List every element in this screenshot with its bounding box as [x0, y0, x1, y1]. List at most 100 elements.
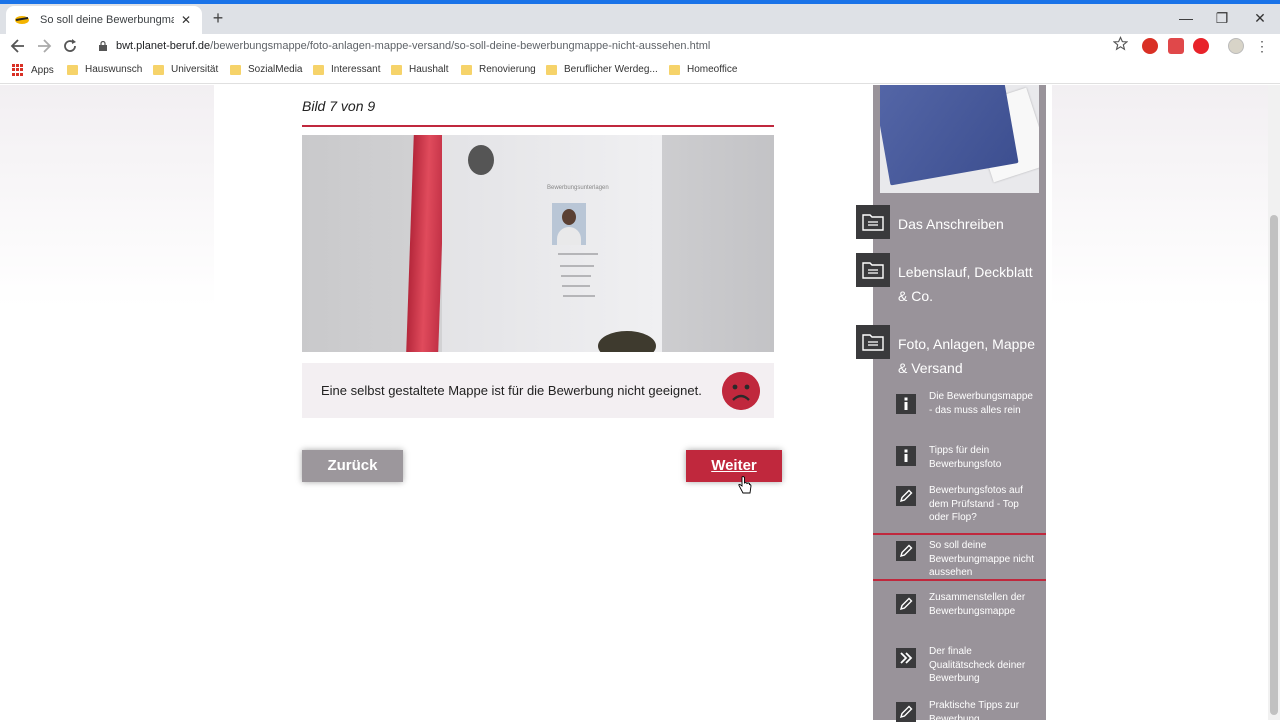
bookmark-apps[interactable]: Apps	[12, 64, 54, 76]
sidebar-subitem-nicht-aussehen-active[interactable]: So soll deine Bewerbungmappe nicht ausse…	[873, 533, 1046, 581]
background-left	[0, 85, 214, 720]
url-domain: bwt.planet-beruf.de	[116, 40, 211, 52]
bookmark-label: Beruflicher Werdeg...	[564, 64, 658, 75]
caption-text: Eine selbst gestaltete Mappe ist für die…	[321, 383, 702, 398]
sidebar-subitem-label: Bewerbungsfotos auf dem Prüfstand - Top …	[929, 485, 1023, 523]
sidebar-item-anschreiben[interactable]: Das Anschreiben	[856, 205, 1046, 239]
bookmark-label: Hauswunsch	[85, 64, 143, 75]
background-right	[1052, 85, 1268, 720]
pencil-icon	[896, 541, 916, 561]
page-scrollbar[interactable]	[1268, 85, 1280, 720]
bookmark-label: SozialMedia	[248, 64, 303, 75]
sidebar-subitem-praktische-tipps[interactable]: Praktische Tipps zur Bewerbung	[873, 699, 1046, 726]
sidebar-subitem-tipps-foto[interactable]: Tipps für dein Bewerbungsfoto	[873, 444, 1046, 471]
sidebar-item-label: Foto, Anlagen, Mappe & Versand	[898, 336, 1035, 376]
info-icon	[896, 394, 916, 414]
bookmark-homeoffice[interactable]: Homeoffice	[669, 64, 737, 75]
sidebar-item-label: Lebenslauf, Deckblatt & Co.	[898, 264, 1033, 304]
opera-extension-icon[interactable]	[1193, 38, 1209, 54]
hand-cursor-icon	[738, 476, 752, 494]
sidebar-subitem-zusammenstellen[interactable]: Zusammenstellen der Bewerbungsmappe	[873, 591, 1046, 618]
portrait-photo	[552, 203, 586, 245]
pencil-icon	[896, 702, 916, 722]
back-button[interactable]: Zurück	[302, 450, 403, 482]
sidebar-subitem-label: Tipps für dein Bewerbungsfoto	[929, 445, 1002, 470]
doc-text-line	[561, 275, 591, 277]
site-favicon-icon	[15, 16, 29, 24]
doc-text-line	[562, 285, 590, 287]
doc-text-line	[563, 295, 595, 297]
tab-title: So soll deine Bewerbungmappe	[40, 14, 174, 26]
arrow-left-icon[interactable]	[8, 36, 28, 56]
address-bar[interactable]: bwt.planet-beruf.de/bewerbungsmappe/foto…	[88, 34, 1136, 58]
new-tab-button[interactable]: +	[208, 8, 228, 28]
adblock-extension-icon[interactable]	[1142, 38, 1158, 54]
scrollbar-thumb[interactable]	[1270, 215, 1278, 715]
close-window-button[interactable]: ✕	[1242, 6, 1278, 30]
minimize-button[interactable]: —	[1168, 6, 1204, 30]
bookmark-haushalt[interactable]: Haushalt	[391, 64, 448, 75]
document-folder-icon	[856, 253, 890, 287]
sidebar-item-label: Das Anschreiben	[898, 216, 1004, 232]
star-icon[interactable]	[1113, 36, 1128, 51]
folder-icon	[230, 64, 241, 75]
sidebar-subitem-label: Zusammenstellen der Bewerbungsmappe	[929, 592, 1026, 617]
folder-icon	[461, 64, 472, 75]
apps-grid-icon	[12, 64, 24, 76]
sad-face-icon	[722, 372, 760, 410]
sidebar-item-foto-anlagen[interactable]: Foto, Anlagen, Mappe & Versand	[856, 325, 1046, 380]
image-counter: Bild 7 von 9	[302, 98, 376, 114]
active-tab[interactable]: So soll deine Bewerbungmappe ✕	[6, 6, 202, 34]
bookmark-label: Universität	[171, 64, 219, 75]
document-folder-icon	[856, 325, 890, 359]
video-extension-icon[interactable]	[1168, 38, 1184, 54]
bookmark-label: Apps	[31, 64, 54, 76]
pencil-icon	[896, 486, 916, 506]
sidebar-subitem-bewerbungsmappe[interactable]: Die Bewerbungsmappe - das muss alles rei…	[873, 390, 1046, 417]
arrow-right-icon[interactable]	[34, 36, 54, 56]
sidebar-image	[880, 85, 1039, 193]
bookmark-renovierung[interactable]: Renovierung	[461, 64, 536, 75]
url-path: /bewerbungsmappe/foto-anlagen-mappe-vers…	[210, 40, 711, 52]
tab-strip: So soll deine Bewerbungmappe ✕ + — ❐ ✕	[0, 4, 1280, 34]
bookmark-sozialmedia[interactable]: SozialMedia	[230, 64, 302, 75]
pencil-icon	[896, 594, 916, 614]
sidebar-item-lebenslauf[interactable]: Lebenslauf, Deckblatt & Co.	[856, 253, 1046, 308]
page-content: Bild 7 von 9 Bewerbungsunterlagen Eine s…	[0, 85, 1268, 725]
info-icon	[896, 446, 916, 466]
folder-icon	[313, 64, 324, 75]
bookmark-label: Haushalt	[409, 64, 449, 75]
bookmark-interessant[interactable]: Interessant	[313, 64, 380, 75]
tab-close-icon[interactable]: ✕	[178, 13, 194, 27]
doc-text-line	[558, 253, 598, 255]
url-text: bwt.planet-beruf.de/bewerbungsmappe/foto…	[116, 40, 710, 52]
folder-icon	[391, 64, 402, 75]
bookmark-beruflicher-werdegang[interactable]: Beruflicher Werdeg...	[546, 64, 658, 75]
sidebar-subitem-label: Praktische Tipps zur Bewerbung	[929, 700, 1020, 725]
doc-text-line	[560, 265, 594, 267]
divider	[302, 125, 774, 127]
bookmark-hauswunsch[interactable]: Hauswunsch	[67, 64, 142, 75]
binder-clip	[406, 135, 446, 352]
sidebar-subitem-label: So soll deine Bewerbungmappe nicht ausse…	[929, 540, 1035, 578]
menu-kebab-icon[interactable]: ⋮	[1252, 36, 1272, 56]
sidebar-subitem-label: Der finale Qualitätscheck deiner Bewerbu…	[929, 646, 1026, 684]
bookmark-label: Renovierung	[479, 64, 536, 75]
sidebar-subitem-label: Die Bewerbungsmappe - das muss alles rei…	[929, 391, 1033, 416]
sidebar-subitem-qualitaetscheck[interactable]: Der finale Qualitätscheck deiner Bewerbu…	[873, 645, 1046, 686]
browser-toolbar: bwt.planet-beruf.de/bewerbungsmappe/foto…	[0, 34, 1280, 58]
next-button[interactable]: Weiter	[686, 450, 782, 482]
profile-avatar[interactable]	[1228, 38, 1244, 54]
bookmarks-bar: Apps Hauswunsch Universität SozialMedia …	[0, 58, 1280, 84]
bookmark-universitaet[interactable]: Universität	[153, 64, 218, 75]
caption-box: Eine selbst gestaltete Mappe ist für die…	[302, 363, 774, 418]
reload-icon[interactable]	[60, 36, 80, 56]
document-folder-icon	[856, 205, 890, 239]
folder-icon	[153, 64, 164, 75]
restore-button[interactable]: ❐	[1204, 6, 1240, 30]
double-chevron-right-icon	[896, 648, 916, 668]
dog-sticker	[468, 145, 494, 175]
document-heading: Bewerbungsunterlagen	[547, 185, 609, 191]
sidebar-subitem-pruefstand[interactable]: Bewerbungsfotos auf dem Prüfstand - Top …	[873, 484, 1046, 525]
folder-icon	[669, 64, 680, 75]
